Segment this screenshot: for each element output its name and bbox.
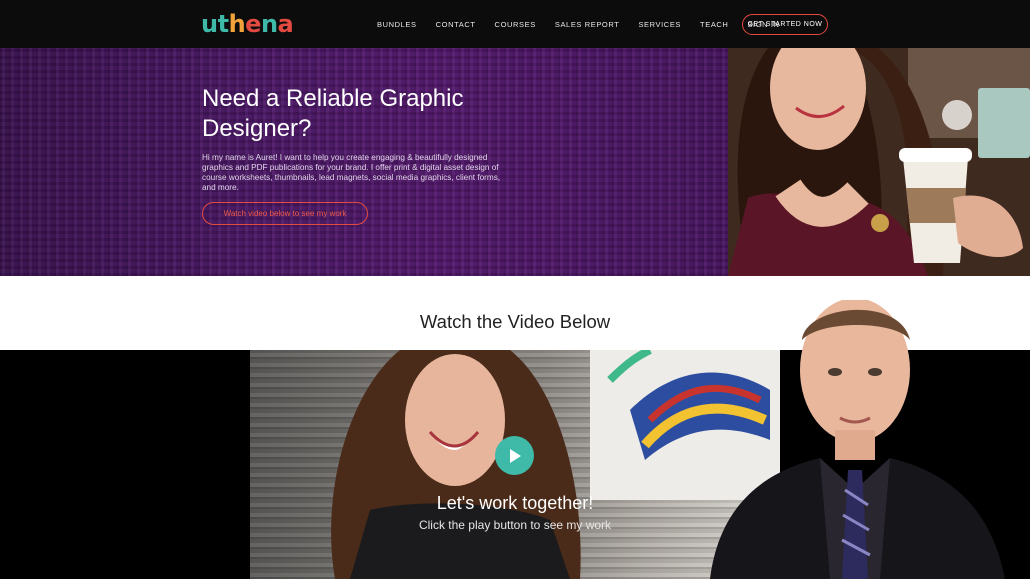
nav-link-contact[interactable]: CONTACT [436, 20, 476, 29]
nav-link-sales-report[interactable]: SALES REPORT [555, 20, 620, 29]
main-nav: BUNDLES CONTACT COURSES SALES REPORT SER… [377, 0, 799, 48]
presenter-webcam-overlay [690, 300, 1030, 579]
play-icon [509, 448, 521, 463]
hero-photo [728, 48, 1030, 276]
logo-letter: e [245, 10, 261, 38]
nav-link-teach[interactable]: TEACH [700, 20, 728, 29]
logo-letter: a [277, 10, 294, 38]
designer-photo-illustration [728, 48, 1030, 276]
top-nav-bar: uthena BUNDLES CONTACT COURSES SALES REP… [0, 0, 1030, 48]
logo-letter: u [201, 10, 218, 38]
hero-title: Need a Reliable Graphic Designer? [202, 85, 464, 142]
presenter-illustration [710, 300, 1005, 579]
nav-link-services[interactable]: SERVICES [638, 20, 681, 29]
logo-letter: t [217, 10, 229, 38]
nav-link-bundles[interactable]: BUNDLES [377, 20, 417, 29]
play-button[interactable] [495, 436, 534, 475]
logo-letter: n [260, 10, 278, 38]
logo-letter: h [228, 10, 246, 38]
nav-link-courses[interactable]: COURSES [495, 20, 536, 29]
watch-video-button[interactable]: Watch video below to see my work [202, 202, 368, 225]
hero-section: Need a Reliable Graphic Designer? Hi my … [0, 48, 728, 276]
get-started-button[interactable]: GET STARTED NOW [742, 14, 828, 35]
site-logo[interactable]: uthena [201, 10, 294, 38]
hero-description: Hi my name is Auret! I want to help you … [202, 153, 501, 192]
